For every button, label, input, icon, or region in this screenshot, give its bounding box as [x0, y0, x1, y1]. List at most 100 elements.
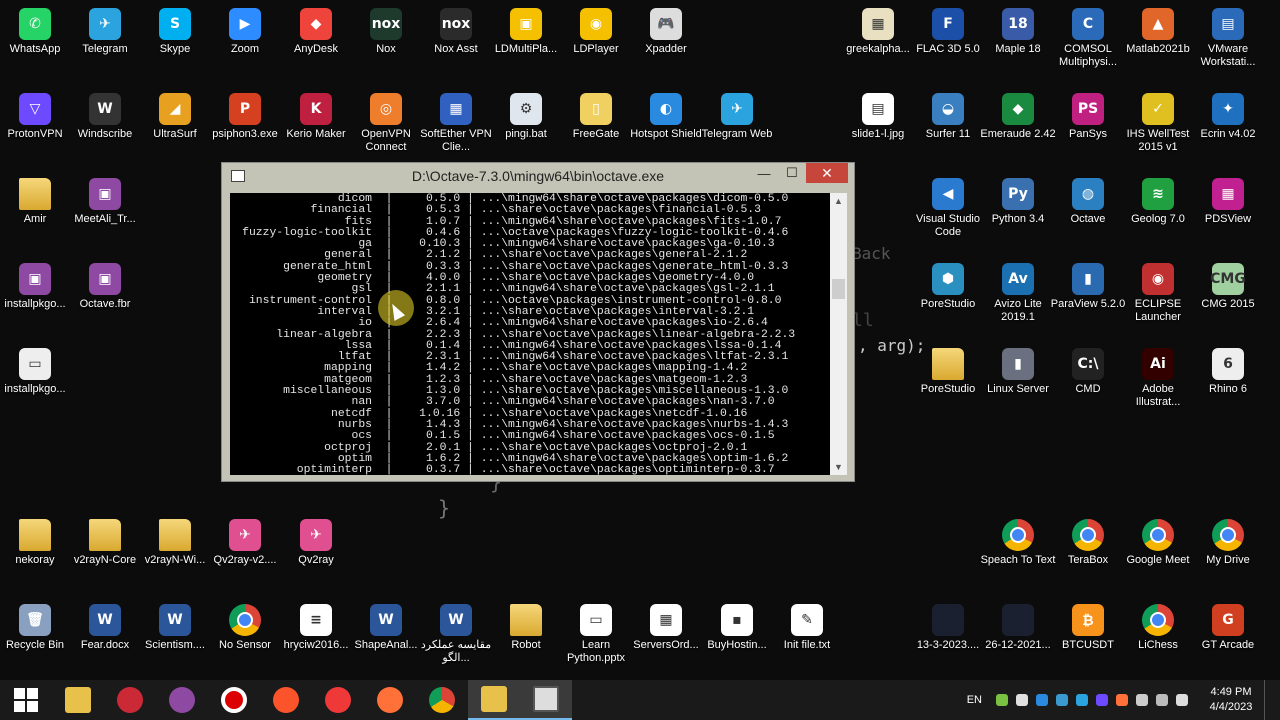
minimize-button[interactable]: —: [750, 163, 778, 183]
taskbar-octave-console-active-button[interactable]: [520, 680, 572, 720]
desktop-icon[interactable]: 6 Rhino 6: [1193, 348, 1263, 396]
desktop-icon[interactable]: ◎ OpenVPN Connect: [351, 93, 421, 154]
desktop-icon[interactable]: 13-3-2023....: [913, 604, 983, 652]
desktop-icon[interactable]: nox Nox Asst: [421, 8, 491, 56]
desktop-icon[interactable]: ✎ Init file.txt: [772, 604, 842, 652]
tray-usb-icon[interactable]: [1136, 694, 1148, 706]
desktop-icon[interactable]: ▣ installpkgo...: [0, 263, 70, 311]
desktop-icon[interactable]: W Scientism....: [140, 604, 210, 652]
taskbar-brave-button[interactable]: [260, 680, 312, 720]
scroll-thumb[interactable]: [832, 279, 845, 299]
desktop-icon[interactable]: ▶ Zoom: [210, 8, 280, 56]
desktop-icon[interactable]: TeraBox: [1053, 519, 1123, 567]
tray-volume-icon[interactable]: [1176, 694, 1188, 706]
desktop-icon[interactable]: ▽ ProtonVPN: [0, 93, 70, 141]
desktop-icon[interactable]: Av Avizo Lite 2019.1: [983, 263, 1053, 324]
desktop-icon[interactable]: ◉ ECLIPSE Launcher: [1123, 263, 1193, 324]
desktop-icon[interactable]: ▦ SoftEther VPN Clie...: [420, 93, 492, 154]
taskbar-folder-active-button[interactable]: [468, 680, 520, 720]
desktop-icon[interactable]: ▯ FreeGate: [561, 93, 631, 141]
tray-orange-icon[interactable]: [1116, 694, 1128, 706]
tray-sync-icon[interactable]: [1076, 694, 1088, 706]
desktop-icon[interactable]: W مقایسه عملکرد الگو...: [421, 604, 491, 665]
desktop-icon[interactable]: ✦ Ecrin v4.02: [1193, 93, 1263, 141]
desktop-icon[interactable]: Ai Adobe Illustrat...: [1123, 348, 1193, 409]
desktop-icon[interactable]: ▭ Learn Python.pptx: [561, 604, 631, 665]
desktop-icon[interactable]: ▤ VMware Workstati...: [1193, 8, 1263, 69]
desktop-icon[interactable]: LiChess: [1123, 604, 1193, 652]
desktop-icon[interactable]: ▭ installpkgo...: [0, 348, 70, 396]
desktop-icon[interactable]: ▪ BuyHostin...: [702, 604, 772, 652]
desktop-icon[interactable]: C:\ CMD: [1053, 348, 1123, 396]
desktop-icon[interactable]: ◉ LDPlayer: [561, 8, 631, 56]
desktop-icon[interactable]: ▣ MeetAli_Tr...: [70, 178, 140, 226]
taskbar-zotero-button[interactable]: [104, 680, 156, 720]
desktop-icon[interactable]: W Windscribe: [70, 93, 140, 141]
taskbar-firefox-button[interactable]: [364, 680, 416, 720]
octave-window[interactable]: D:\Octave-7.3.0\mingw64\bin\octave.exe —…: [221, 162, 855, 482]
desktop-icon[interactable]: ✈ Qv2ray-v2....: [210, 519, 280, 567]
desktop-icon[interactable]: ▤ slide1-l.jpg: [843, 93, 913, 141]
desktop-icon[interactable]: Ppsiphon3.exe: [210, 93, 280, 141]
language-indicator[interactable]: EN: [967, 694, 982, 706]
taskbar-recorder-button[interactable]: [208, 680, 260, 720]
taskbar-file-explorer-button[interactable]: [52, 680, 104, 720]
desktop-icon[interactable]: ▦ greekalpha...: [843, 8, 913, 56]
desktop-icon[interactable]: ◐ Hotspot Shield: [630, 93, 702, 141]
desktop-icon[interactable]: 26-12-2021...: [983, 604, 1053, 652]
desktop-icon[interactable]: ▲ Matlab2021b: [1123, 8, 1193, 56]
taskbar-vivaldi-button[interactable]: [312, 680, 364, 720]
desktop-icon[interactable]: No Sensor: [210, 604, 280, 652]
desktop-icon[interactable]: ✈ Telegram Web: [702, 93, 772, 141]
desktop-icon[interactable]: Amir: [0, 178, 70, 226]
desktop-icon[interactable]: ▮ ParaView 5.2.0: [1051, 263, 1125, 311]
desktop-icon[interactable]: W ShapeAnal...: [351, 604, 421, 652]
desktop-icon[interactable]: ✈ Qv2ray: [281, 519, 351, 567]
desktop-icon[interactable]: G GT Arcade: [1193, 604, 1263, 652]
desktop-icon[interactable]: S Skype: [140, 8, 210, 56]
desktop-icon[interactable]: ◆ AnyDesk: [281, 8, 351, 56]
desktop-icon[interactable]: 🗑 Recycle Bin: [0, 604, 70, 652]
tray-vpn-icon[interactable]: [1036, 694, 1048, 706]
desktop-icon[interactable]: ▮ Linux Server: [983, 348, 1053, 396]
console-output[interactable]: dicom | 0.5.0 | ...\mingw64\share\octave…: [230, 193, 830, 475]
desktop-icon[interactable]: F FLAC 3D 5.0: [913, 8, 983, 56]
desktop-icon[interactable]: PoreStudio: [913, 348, 983, 396]
desktop-icon[interactable]: C COMSOL Multiphysi...: [1053, 8, 1123, 69]
desktop-icon[interactable]: CMG CMG 2015: [1193, 263, 1263, 311]
show-desktop-button[interactable]: [1264, 680, 1280, 720]
desktop-icon[interactable]: nekoray: [0, 519, 70, 567]
desktop-icon[interactable]: nox Nox: [351, 8, 421, 56]
desktop-icon[interactable]: ◒ Surfer 11: [913, 93, 983, 141]
window-titlebar[interactable]: D:\Octave-7.3.0\mingw64\bin\octave.exe —…: [222, 163, 854, 189]
desktop-icon[interactable]: ✈ Telegram: [70, 8, 140, 56]
desktop-icon[interactable]: ▦ PDSView: [1193, 178, 1263, 226]
desktop-icon[interactable]: 18 Maple 18: [983, 8, 1053, 56]
desktop-icon[interactable]: W Fear.docx: [70, 604, 140, 652]
desktop-icon[interactable]: ◆ Emeraude 2.42: [980, 93, 1056, 141]
taskbar-meet-app-button[interactable]: [156, 680, 208, 720]
desktop-icon[interactable]: Speach To Text: [981, 519, 1055, 567]
desktop-icon[interactable]: v2rayN-Core: [70, 519, 140, 567]
scroll-down-icon[interactable]: ▼: [830, 459, 847, 475]
desktop-icon[interactable]: ▣ Octave.fbr: [70, 263, 140, 311]
desktop-icon[interactable]: ◢ UltraSurf: [140, 93, 210, 141]
desktop-icon[interactable]: v2rayN-Wi...: [140, 519, 210, 567]
desktop-icon[interactable]: ▣ LDMultiPla...: [491, 8, 561, 56]
desktop-icon[interactable]: ≡ hryciw2016...: [281, 604, 351, 652]
maximize-button[interactable]: ☐: [778, 163, 806, 183]
desktop-icon[interactable]: ✓ IHS WellTest 2015 v1: [1123, 93, 1193, 154]
desktop-icon[interactable]: 🎮 Xpadder: [631, 8, 701, 56]
tray-app-icon[interactable]: [1016, 694, 1028, 706]
taskbar-chrome-button[interactable]: [416, 680, 468, 720]
close-button[interactable]: ✕: [806, 163, 848, 183]
desktop-icon[interactable]: ⚙ pingi.bat: [491, 93, 561, 141]
taskbar-start-button[interactable]: [0, 680, 52, 720]
desktop-icon[interactable]: ◀ Visual Studio Code: [913, 178, 983, 239]
desktop-icon[interactable]: ✆ WhatsApp: [0, 8, 70, 56]
desktop-icon[interactable]: Google Meet: [1123, 519, 1193, 567]
desktop-icon[interactable]: Robot: [491, 604, 561, 652]
tray-battery-icon[interactable]: [996, 694, 1008, 706]
tray-proton-icon[interactable]: [1096, 694, 1108, 706]
desktop-icon[interactable]: PS PanSys: [1053, 93, 1123, 141]
